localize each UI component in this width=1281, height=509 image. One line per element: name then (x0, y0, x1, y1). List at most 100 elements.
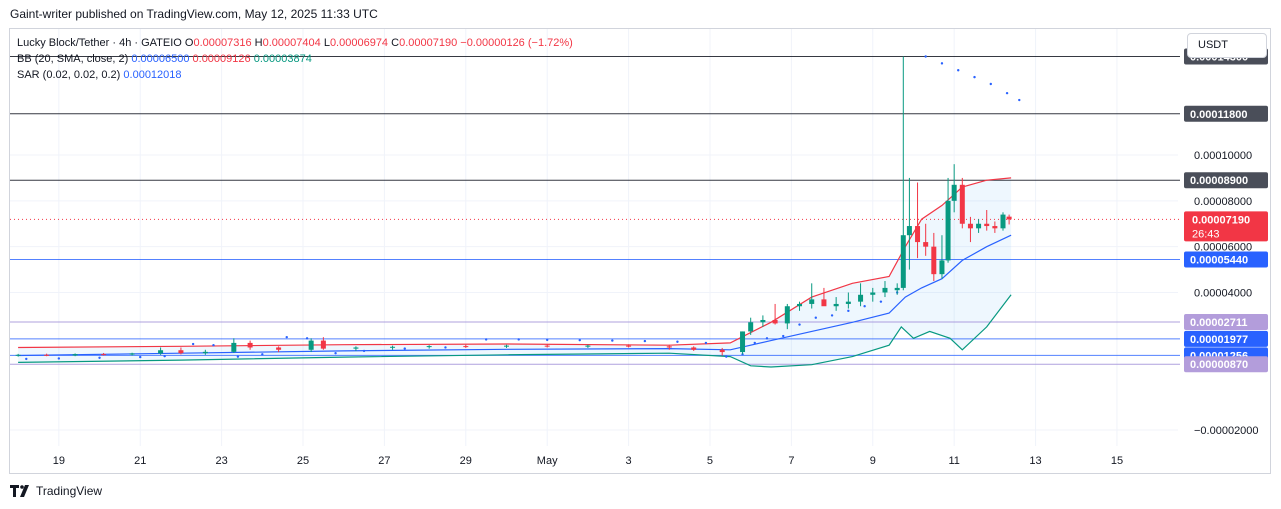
candle-body (784, 306, 790, 324)
last-price-label: 0.00007190 (1192, 214, 1250, 226)
candle-body (748, 322, 754, 332)
x-tick-label: 25 (297, 455, 309, 467)
candle-body (44, 354, 50, 356)
sar-value: 0.00012018 (123, 69, 182, 81)
y-tick-label: 0.00004000 (1194, 287, 1252, 299)
candle-body (870, 292, 876, 295)
sar-dot (545, 338, 549, 342)
sar-dot (782, 334, 785, 338)
sar-dot (643, 339, 647, 343)
bb-lower-value: 0.00003874 (253, 53, 312, 65)
candle-body (959, 184, 965, 224)
candle-body (894, 287, 900, 291)
candle-body (976, 223, 982, 229)
candle-body (906, 226, 912, 236)
time-axis: 19 21 23 25 27 29 May 3 5 7 9 11 13 15 (53, 455, 1123, 467)
sar-dot (924, 55, 927, 58)
x-tick-label: 5 (707, 455, 713, 467)
close-label: C (391, 37, 400, 49)
sar-dot (403, 347, 406, 350)
tradingview-logo[interactable]: TradingView (10, 484, 102, 498)
candle-body (882, 287, 888, 293)
brand-name: TradingView (36, 484, 103, 498)
sar-row: SAR (0.02, 0.02, 0.2) 0.00012018 (17, 67, 573, 83)
candle-body (390, 346, 396, 348)
sar-dot (261, 353, 264, 356)
currency-button[interactable]: USDT (1187, 33, 1267, 58)
high-value: 0.00007404 (262, 37, 321, 49)
sar-dot (578, 338, 581, 342)
countdown-label: 26:43 (1192, 228, 1220, 240)
candle-body (666, 346, 672, 348)
candle-body (939, 260, 945, 275)
candle-body (585, 345, 591, 347)
sar-dot (863, 305, 866, 308)
x-tick-label: 27 (378, 455, 390, 467)
candle-body (772, 319, 778, 324)
candle-body (353, 347, 359, 349)
candle-body (992, 226, 998, 229)
ohlc-row: Lucky Block/Tether · 4h · GATEIO O0.0000… (17, 35, 573, 51)
open-value: 0.00007316 (193, 37, 252, 49)
high-label: H (254, 37, 263, 49)
sar-dot (798, 323, 801, 326)
candle-body (1000, 214, 1006, 229)
x-tick-label: 9 (870, 455, 876, 467)
candle-body (915, 226, 921, 243)
level-badge-label: 0.00005440 (1190, 254, 1248, 266)
sar-dot (236, 355, 240, 358)
candle-body (845, 301, 851, 304)
sar-dot (191, 342, 195, 346)
x-tick-label: 19 (53, 455, 65, 467)
bb-upper-value: 0.00009126 (192, 53, 251, 65)
x-tick-label: 3 (626, 455, 632, 467)
candle-body (504, 345, 510, 347)
level-badge-label: 0.00011800 (1190, 109, 1248, 121)
candle-body (158, 350, 164, 354)
y-tick-label: 0.00008000 (1194, 196, 1252, 208)
sar-dot (139, 355, 142, 359)
candle-body (276, 347, 282, 350)
candle-body (900, 235, 906, 288)
sar-dot (847, 309, 850, 313)
sar-dot (814, 316, 817, 319)
candle-body (15, 354, 21, 356)
sar-dot (704, 341, 708, 345)
candle-body (740, 331, 746, 353)
symbol-label: Lucky Block/Tether · 4h · GATEIO (17, 37, 182, 49)
sar-dot (611, 339, 614, 342)
x-tick-label: 13 (1029, 455, 1041, 467)
sar-dot (25, 357, 28, 361)
candle-body (308, 340, 314, 350)
candle-body (984, 223, 990, 227)
candle-body (463, 346, 469, 348)
candle-body (544, 345, 550, 347)
sar-label: SAR (0.02, 0.02, 0.2) (17, 69, 121, 81)
sar-dot (98, 356, 101, 359)
candle-body (101, 354, 107, 356)
sar-dot (484, 338, 488, 341)
sar-dot (362, 349, 366, 353)
candle-body (833, 303, 839, 307)
price-axis: 0.000100000.000080000.000060000.00004000… (1184, 48, 1268, 437)
x-tick-label: 21 (134, 455, 146, 467)
level-badge-label: 0.00001977 (1190, 334, 1248, 346)
candle-body (72, 354, 78, 356)
sar-dot (989, 82, 992, 86)
level-badge-label: 0.00000870 (1190, 359, 1248, 371)
candle-body (760, 319, 766, 323)
level-badge-label: 0.00002711 (1190, 317, 1248, 329)
x-tick-label: 7 (788, 455, 794, 467)
candle-body (1006, 216, 1012, 220)
candle-body (231, 342, 237, 352)
candle-body (426, 346, 432, 348)
sar-dot (305, 337, 309, 340)
bb-basis-value: 0.00006500 (131, 53, 190, 65)
sar-dot (765, 337, 769, 340)
sar-dot (725, 355, 728, 358)
tradingview-icon (10, 485, 29, 497)
candle-body (691, 347, 697, 350)
low-value: 0.00006974 (329, 37, 389, 49)
x-tick-label: 15 (1111, 455, 1123, 467)
candle-body (129, 353, 135, 355)
